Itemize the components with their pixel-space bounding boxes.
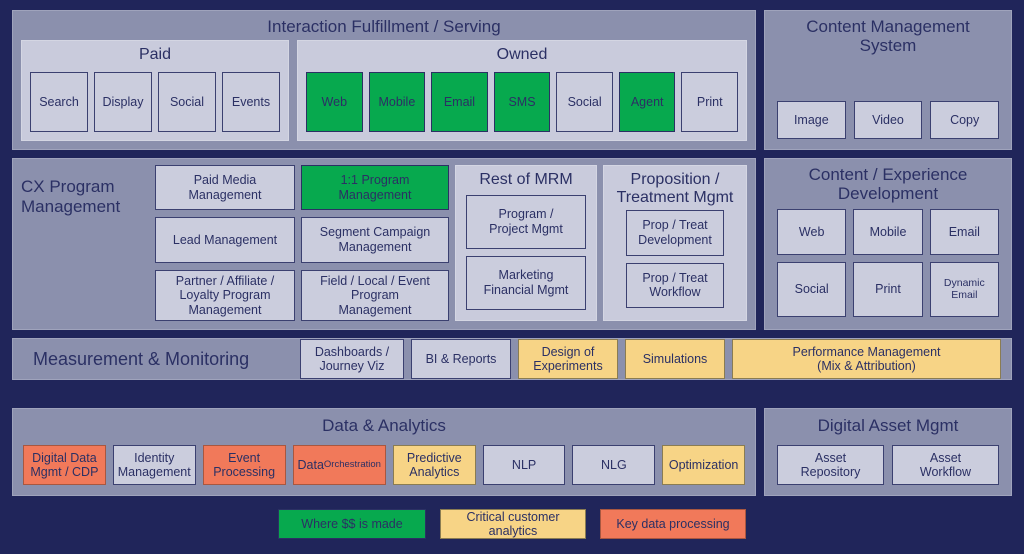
box-optimization[interactable]: Optimization [662,445,745,485]
legend-item-where-money-is-made: Where $$ is made [278,509,426,539]
row-cx-and-content-experience: CX Program Management Paid Media Managem… [12,158,1012,330]
box-ced-email[interactable]: Email [929,209,999,255]
box-nlg[interactable]: NLG [572,445,656,485]
group-body-proposition-treatment-mgmt: Prop / Treat Development Prop / Treat Wo… [604,208,746,320]
panel-title-digital-asset-mgmt: Digital Asset Mgmt [817,416,959,435]
box-cms-video[interactable]: Video [853,101,923,139]
box-marketing-financial-mgmt[interactable]: Marketing Financial Mgmt [466,255,586,310]
box-owned-sms[interactable]: SMS [493,71,551,132]
box-data-orchestration-line2: Orchestration [323,458,381,470]
interaction-groups: Paid Search Display Social Events Owned … [13,40,755,149]
group-title-rest-of-mrm: Rest of MRM [479,171,573,188]
row-interaction-and-cms: Interaction Fulfillment / Serving Paid S… [12,10,1012,150]
box-program-project-mgmt[interactable]: Program / Project Mgmt [466,194,586,249]
panel-title-cms: Content Management System [806,17,970,56]
box-prop-treat-workflow[interactable]: Prop / Treat Workflow [626,262,724,308]
box-owned-email[interactable]: Email [431,71,488,132]
box-owned-social[interactable]: Social [556,71,613,132]
group-owned: Owned Web Mobile Email SMS Social Agent … [297,40,747,141]
box-ced-social[interactable]: Social [777,261,847,317]
box-performance-management[interactable]: Performance Management (Mix & Attributio… [732,339,1001,379]
box-ced-web[interactable]: Web [777,209,847,255]
panel-data-analytics: Data & Analytics Digital Data Mgmt / CDP… [12,408,756,496]
legend-item-critical-customer-analytics: Critical customer analytics [440,509,586,539]
box-nlp[interactable]: NLP [482,445,566,485]
group-title-paid: Paid [138,46,172,64]
group-paid: Paid Search Display Social Events [21,40,289,141]
group-proposition-treatment-mgmt: Proposition / Treatment Mgmt Prop / Trea… [603,165,747,321]
box-ced-mobile[interactable]: Mobile [853,209,923,255]
box-segment-campaign-management[interactable]: Segment Campaign Management [301,217,449,263]
group-title-proposition-treatment-mgmt: Proposition / Treatment Mgmt [616,171,734,206]
box-simulations[interactable]: Simulations [625,339,725,379]
panel-content-experience-development: Content / Experience Development Web Mob… [764,158,1012,330]
box-cms-image[interactable]: Image [777,101,846,139]
panel-content-management-system: Content Management System Image Video Co… [764,10,1012,150]
box-one-to-one-program-management[interactable]: 1:1 Program Management [301,165,449,211]
box-paid-social[interactable]: Social [158,71,216,132]
capability-map-canvas: Interaction Fulfillment / Serving Paid S… [0,0,1024,554]
cx-column-one: Paid Media Management Lead Management Pa… [155,165,295,321]
group-title-owned: Owned [496,46,548,64]
box-field-local-event-program[interactable]: Field / Local / Event Program Management [301,269,449,321]
box-dashboards-journey-viz[interactable]: Dashboards / Journey Viz [300,339,404,379]
data-analytics-items: Digital Data Mgmt / CDP Identity Managem… [13,439,755,495]
box-owned-web[interactable]: Web [306,71,363,132]
box-paid-display[interactable]: Display [94,71,152,132]
panel-title-measurement-monitoring: Measurement & Monitoring [33,348,250,369]
box-predictive-analytics[interactable]: Predictive Analytics [392,445,476,485]
panel-title-content-experience-development: Content / Experience Development [808,165,968,204]
box-lead-management[interactable]: Lead Management [155,217,295,263]
legend: Where $$ is made Critical customer analy… [12,506,1012,542]
row-data-and-dam: Data & Analytics Digital Data Mgmt / CDP… [12,408,1012,496]
panel-title-interaction-fulfillment: Interaction Fulfillment / Serving [267,17,501,36]
box-owned-agent[interactable]: Agent [618,71,676,132]
box-prop-treat-development[interactable]: Prop / Treat Development [626,210,724,256]
box-paid-events[interactable]: Events [222,71,280,132]
panel-interaction-fulfillment: Interaction Fulfillment / Serving Paid S… [12,10,756,150]
box-bi-and-reports[interactable]: BI & Reports [411,339,511,379]
row-measurement: Measurement & Monitoring Dashboards / Jo… [12,338,1012,400]
box-paid-media-management[interactable]: Paid Media Management [155,165,295,211]
box-partner-loyalty-program[interactable]: Partner / Affiliate / Loyalty Program Ma… [155,269,295,321]
digital-asset-items: Asset Repository Asset Workflow [765,439,1011,495]
box-paid-search[interactable]: Search [30,71,88,132]
box-cms-copy[interactable]: Copy [930,101,1000,139]
group-body-paid: Search Display Social Events [22,66,288,140]
box-identity-management[interactable]: Identity Management [112,445,196,485]
panel-title-data-analytics: Data & Analytics [322,416,446,435]
box-asset-repository[interactable]: Asset Repository [777,445,884,485]
cms-items: Image Video Copy [765,59,1011,149]
box-digital-data-mgmt-cdp[interactable]: Digital Data Mgmt / CDP [23,445,106,485]
box-data-orchestration-line1: Data [297,457,324,472]
box-data-orchestration[interactable]: Data Orchestration [292,445,386,485]
box-owned-mobile[interactable]: Mobile [368,71,426,132]
box-event-processing[interactable]: Event Processing [202,445,286,485]
box-design-of-experiments[interactable]: Design of Experiments [518,339,618,379]
box-owned-print[interactable]: Print [681,71,739,132]
cx-column-two: 1:1 Program Management Segment Campaign … [301,165,449,321]
panel-digital-asset-mgmt: Digital Asset Mgmt Asset Repository Asse… [764,408,1012,496]
box-ced-print[interactable]: Print [853,261,923,317]
panel-title-cx-program-management: CX Program Management [21,177,121,216]
panel-measurement-monitoring: Measurement & Monitoring Dashboards / Jo… [12,338,1012,380]
group-body-owned: Web Mobile Email SMS Social Agent Print [298,66,746,140]
content-experience-items: Web Mobile Email Social Print Dynamic Em… [765,207,1011,329]
group-rest-of-mrm: Rest of MRM Program / Project Mgmt Marke… [455,165,597,321]
box-ced-dynamic-email[interactable]: Dynamic Email [929,261,999,317]
panel-cx-program-management: CX Program Management Paid Media Managem… [12,158,756,330]
box-asset-workflow[interactable]: Asset Workflow [892,445,999,485]
legend-item-key-data-processing: Key data processing [600,509,746,539]
group-body-rest-of-mrm: Program / Project Mgmt Marketing Financi… [456,191,596,320]
